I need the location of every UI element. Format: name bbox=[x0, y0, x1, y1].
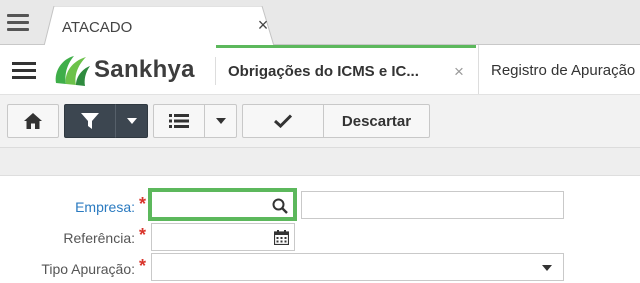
calendar-icon[interactable] bbox=[274, 230, 289, 245]
home-button[interactable] bbox=[7, 104, 59, 138]
discard-button[interactable]: Descartar bbox=[323, 104, 430, 138]
tab-obrigacoes-icms[interactable]: Obrigações do ICMS e IC... × bbox=[216, 45, 476, 94]
list-dropdown-button[interactable] bbox=[204, 104, 237, 138]
search-icon[interactable] bbox=[272, 198, 288, 214]
tab-label: Registro de Apuração bbox=[491, 62, 636, 79]
filter-button[interactable] bbox=[64, 104, 116, 138]
tipo-apuracao-select[interactable] bbox=[151, 253, 564, 281]
empresa-label[interactable]: Empresa: bbox=[0, 199, 135, 215]
brand-name: Sankhya bbox=[94, 56, 195, 83]
chevron-down-icon[interactable] bbox=[542, 265, 552, 271]
confirm-button[interactable] bbox=[242, 104, 324, 138]
filter-dropdown-button[interactable] bbox=[115, 104, 148, 138]
required-indicator: * bbox=[139, 256, 147, 276]
discard-label: Descartar bbox=[341, 112, 412, 130]
browser-tab-atacado[interactable]: ATACADO × bbox=[44, 6, 274, 46]
tab-label: Obrigações do ICMS e IC... bbox=[228, 63, 419, 80]
tipo-apuracao-label: Tipo Apuração: bbox=[41, 261, 135, 277]
empresa-code-field[interactable] bbox=[148, 188, 297, 221]
close-icon[interactable]: × bbox=[454, 62, 464, 82]
toolbar: Descartar bbox=[0, 95, 640, 148]
form-area: Empresa: * Referência: * Tipo Apuração: … bbox=[0, 177, 640, 283]
referencia-field[interactable] bbox=[151, 223, 295, 251]
empresa-description-field[interactable] bbox=[301, 191, 564, 219]
home-icon bbox=[24, 113, 42, 129]
list-view-button[interactable] bbox=[153, 104, 205, 138]
list-icon bbox=[169, 114, 189, 128]
menu-icon[interactable] bbox=[12, 61, 38, 81]
required-indicator: * bbox=[139, 225, 147, 245]
section-band bbox=[0, 148, 640, 176]
menu-icon[interactable] bbox=[7, 13, 33, 33]
required-indicator: * bbox=[139, 194, 147, 214]
chevron-down-icon bbox=[126, 118, 137, 124]
tab-registro-apuracao[interactable]: Registro de Apuração bbox=[478, 45, 640, 94]
close-icon[interactable]: × bbox=[254, 16, 272, 34]
sankhya-logo[interactable]: Sankhya bbox=[52, 53, 202, 87]
browser-tab-strip: ATACADO × bbox=[0, 0, 640, 46]
sankhya-logo-icon bbox=[55, 56, 90, 86]
referencia-label: Referência: bbox=[63, 230, 135, 246]
app-header: Sankhya Obrigações do ICMS e IC... × Reg… bbox=[0, 45, 640, 95]
filter-icon bbox=[81, 113, 99, 129]
browser-tab-label: ATACADO bbox=[62, 19, 133, 36]
chevron-down-icon bbox=[215, 118, 226, 124]
check-icon bbox=[274, 114, 292, 128]
referencia-input[interactable] bbox=[152, 224, 294, 250]
empresa-description-input[interactable] bbox=[302, 192, 563, 218]
